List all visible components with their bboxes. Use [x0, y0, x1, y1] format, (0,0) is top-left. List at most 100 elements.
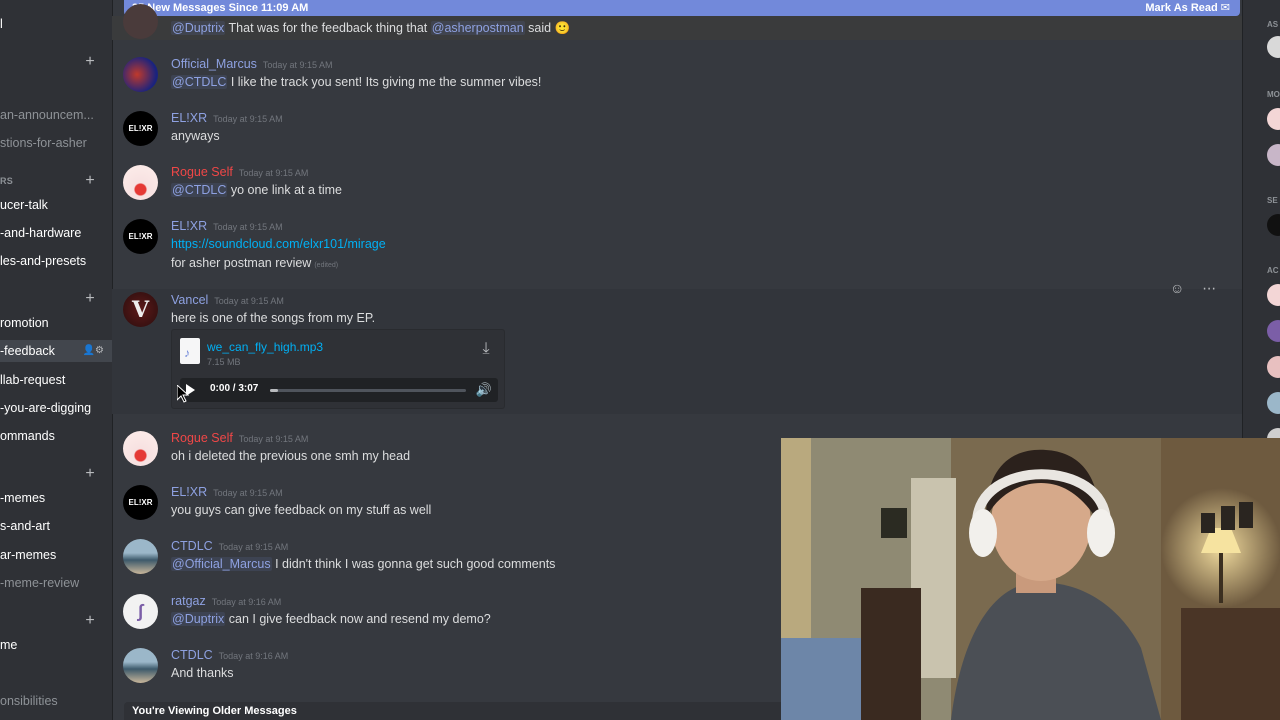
- message-text: here is one of the songs from my EP.: [171, 311, 376, 325]
- avatar[interactable]: EL!XR: [123, 111, 158, 146]
- avatar[interactable]: [1267, 284, 1280, 306]
- channel-item-active[interactable]: -feedback 👤⚙: [0, 340, 112, 362]
- channel-label: -feedback: [0, 344, 55, 358]
- timestamp: Today at 9:16 AM: [211, 597, 282, 607]
- user-mention[interactable]: @CTDLC: [171, 183, 228, 197]
- download-icon[interactable]: ⤓: [478, 340, 494, 358]
- list-item: @Duptrix That was for the feedback thing…: [112, 4, 1242, 40]
- channel-item[interactable]: ar-memes: [0, 544, 112, 566]
- add-channel-icon[interactable]: +: [84, 613, 96, 629]
- message-author[interactable]: ratgaz Today at 9:16 AM: [171, 594, 281, 608]
- timestamp: Today at 9:15 AM: [238, 434, 309, 444]
- mouse-cursor-icon: [177, 385, 189, 403]
- audio-player: 0:00 / 3:07 🔊: [180, 378, 498, 402]
- more-options-icon[interactable]: ⋯: [1202, 280, 1216, 296]
- avatar[interactable]: [1267, 108, 1280, 130]
- message-author[interactable]: CTDLC Today at 9:16 AM: [171, 648, 288, 662]
- progress-fill: [270, 389, 278, 392]
- timestamp: Today at 9:15 AM: [213, 114, 283, 124]
- progress-bar[interactable]: [270, 389, 466, 392]
- avatar[interactable]: [123, 165, 158, 200]
- list-item: EL!XR EL!XR Today at 9:15 AM anyways: [112, 108, 1242, 158]
- message-text: @Official_Marcus I didn't think I was go…: [171, 557, 556, 571]
- audio-file-icon: [180, 338, 200, 364]
- audio-attachment: we_can_fly_high.mp3 7.15 MB ⤓ 0:00 / 3:0…: [171, 329, 505, 409]
- channel-item[interactable]: -memes: [0, 487, 112, 509]
- webcam-overlay: [781, 438, 1280, 720]
- new-messages-bar[interactable]: 35 New Messages Since 11:09 AM Mark As R…: [124, 0, 1240, 16]
- avatar[interactable]: EL!XR: [123, 219, 158, 254]
- timestamp: Today at 9:15 AM: [213, 488, 283, 498]
- message-author[interactable]: EL!XR Today at 9:15 AM: [171, 485, 283, 499]
- volume-icon[interactable]: 🔊: [476, 382, 492, 398]
- avatar[interactable]: [123, 539, 158, 574]
- user-mention[interactable]: @Official_Marcus: [171, 557, 272, 571]
- avatar[interactable]: [123, 431, 158, 466]
- add-channel-icon[interactable]: +: [84, 173, 96, 189]
- message-author[interactable]: CTDLC Today at 9:15 AM: [171, 539, 288, 553]
- category-label[interactable]: RS: [0, 174, 13, 188]
- edited-label: (edited): [314, 262, 339, 269]
- player-time: 0:00 / 3:07: [210, 383, 259, 394]
- add-channel-icon[interactable]: +: [84, 54, 96, 70]
- avatar[interactable]: [123, 57, 158, 92]
- message-link[interactable]: https://soundcloud.com/elxr101/mirage: [171, 237, 386, 251]
- avatar[interactable]: [1267, 36, 1280, 58]
- add-channel-icon[interactable]: +: [84, 466, 96, 482]
- message-actions: ☺ ⋯: [1170, 280, 1228, 302]
- message-author[interactable]: Rogue Self Today at 9:15 AM: [171, 165, 308, 179]
- message-text: And thanks: [171, 666, 234, 680]
- user-mention[interactable]: @Duptrix: [171, 612, 226, 626]
- older-messages-bar[interactable]: You're Viewing Older Messages: [124, 702, 804, 720]
- message-author[interactable]: Vancel Today at 9:15 AM: [171, 293, 284, 307]
- add-reaction-icon[interactable]: ☺: [1170, 280, 1184, 296]
- avatar[interactable]: [123, 4, 158, 39]
- channel-item[interactable]: s-and-art: [0, 515, 112, 537]
- channel-item[interactable]: onsibilities: [0, 690, 112, 712]
- new-messages-label: 35 New Messages Since 11:09 AM: [132, 2, 309, 14]
- channel-item[interactable]: romotion: [0, 312, 112, 334]
- message-author[interactable]: EL!XR Today at 9:15 AM: [171, 219, 283, 233]
- avatar[interactable]: EL!XR: [123, 485, 158, 520]
- file-name-link[interactable]: we_can_fly_high.mp3: [207, 340, 323, 354]
- channel-item[interactable]: ommands: [0, 425, 112, 447]
- avatar[interactable]: [1267, 392, 1280, 414]
- file-size: 7.15 MB: [207, 357, 241, 367]
- user-mention[interactable]: @Duptrix: [171, 21, 226, 35]
- list-item: Rogue Self Today at 9:15 AM @CTDLC yo one…: [112, 162, 1242, 212]
- message-text: oh i deleted the previous one smh my hea…: [171, 449, 411, 463]
- message-text: @CTDLC yo one link at a time: [171, 183, 343, 197]
- webcam-image: [781, 438, 1280, 720]
- timestamp: Today at 9:15 AM: [214, 296, 284, 306]
- avatar[interactable]: V: [123, 292, 158, 327]
- channel-item[interactable]: les-and-presets: [0, 250, 112, 272]
- timestamp: Today at 9:15 AM: [262, 60, 333, 70]
- channel-item[interactable]: stions-for-asher: [0, 132, 112, 154]
- message-author[interactable]: EL!XR Today at 9:15 AM: [171, 111, 283, 125]
- avatar[interactable]: [1267, 356, 1280, 378]
- add-channel-icon[interactable]: +: [84, 291, 96, 307]
- channel-item[interactable]: -meme-review: [0, 572, 112, 594]
- message-text: you guys can give feedback on my stuff a…: [171, 503, 432, 517]
- avatar[interactable]: [1267, 214, 1280, 236]
- channel-item[interactable]: -and-hardware: [0, 222, 112, 244]
- mark-as-read-button[interactable]: Mark As Read ✉: [1145, 0, 1230, 16]
- message-author[interactable]: Rogue Self Today at 9:15 AM: [171, 431, 308, 445]
- avatar[interactable]: [1267, 144, 1280, 166]
- channel-settings-icon[interactable]: 👤⚙: [83, 340, 104, 362]
- channel-item[interactable]: me: [0, 634, 112, 656]
- message-text: for asher postman review (edited): [171, 256, 339, 270]
- channel-item[interactable]: -you-are-digging: [0, 397, 112, 419]
- avatar[interactable]: [1267, 320, 1280, 342]
- message-text: @Duptrix can I give feedback now and res…: [171, 612, 491, 626]
- channel-item[interactable]: l: [0, 13, 112, 35]
- channel-item[interactable]: an-announcem...: [0, 104, 112, 126]
- user-mention[interactable]: @asherpostman: [430, 21, 525, 35]
- channel-item[interactable]: llab-request: [0, 369, 112, 391]
- avatar[interactable]: [123, 648, 158, 683]
- avatar[interactable]: ∫: [123, 594, 158, 629]
- timestamp: Today at 9:15 AM: [238, 168, 309, 178]
- message-author[interactable]: Official_Marcus Today at 9:15 AM: [171, 57, 332, 71]
- channel-item[interactable]: ucer-talk: [0, 194, 112, 216]
- user-mention[interactable]: @CTDLC: [171, 75, 228, 89]
